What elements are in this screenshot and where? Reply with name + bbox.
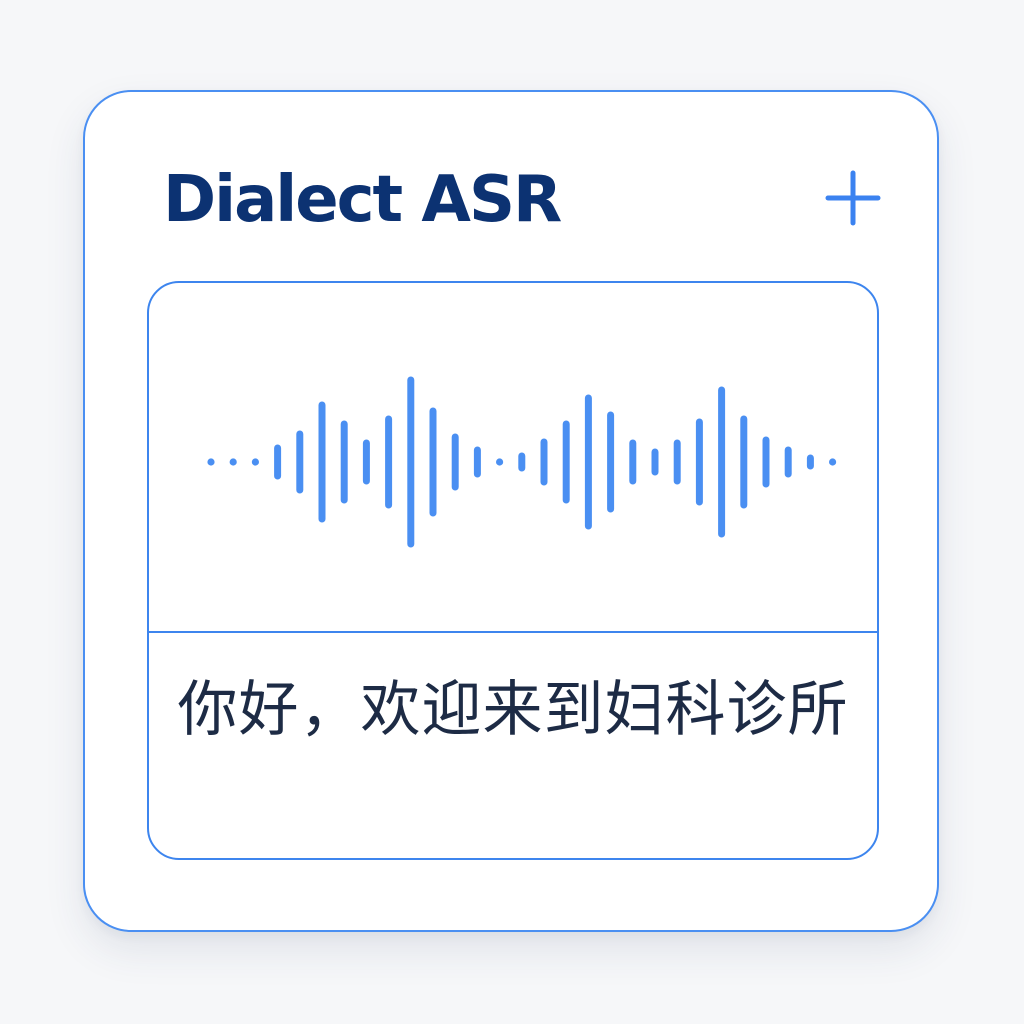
add-button[interactable] [823,168,883,228]
recognition-panel: 你好，欢迎来到妇科诊所 [147,281,879,860]
waveform-dot [829,458,837,466]
waveform-dot [207,458,215,466]
app-title: Dialect ASR [163,163,562,237]
waveform-dot [229,458,237,466]
waveform-area[interactable] [149,283,877,631]
transcript-text: 你好，欢迎来到妇科诊所 [177,674,849,745]
waveform-dot [496,458,504,466]
panel-divider [149,631,877,633]
asr-card: Dialect ASR 你好，欢迎来到妇科诊所 [83,90,939,932]
plus-icon [825,170,881,226]
audio-waveform-icon [207,376,837,548]
waveform-dot [251,458,259,466]
